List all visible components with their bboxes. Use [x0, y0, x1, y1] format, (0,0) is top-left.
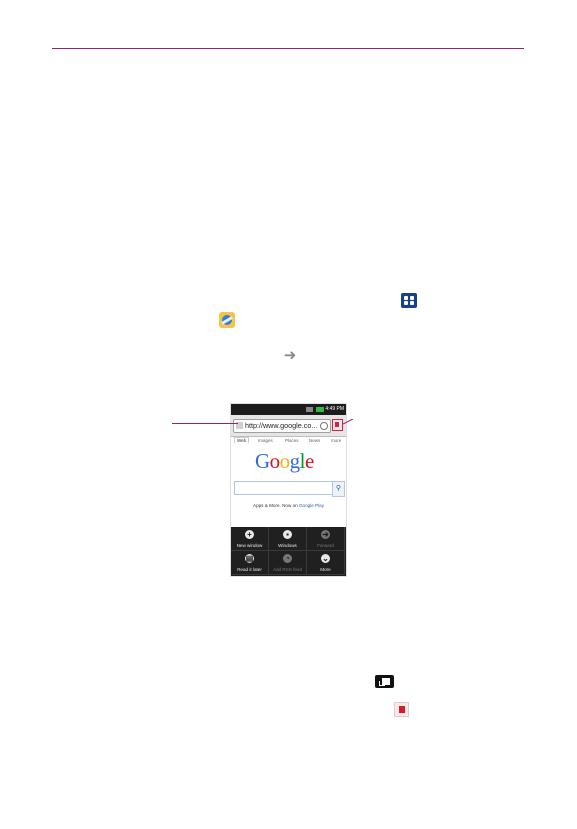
status-bar: 4:49 PM [231, 404, 346, 415]
page-icon: ▤ [245, 554, 254, 563]
tab-images[interactable]: Images [258, 438, 273, 443]
url-text: http://www.google.co... [245, 421, 318, 430]
bookmark-icon [394, 702, 409, 717]
logo-letter: e [305, 449, 314, 473]
tab-places[interactable]: Places [285, 438, 299, 443]
plus-icon: + [245, 530, 254, 539]
url-bar: http://www.google.co... [231, 415, 346, 437]
menu-item-new-window[interactable]: + New window [231, 527, 269, 551]
chevron-down-icon: ⌄ [321, 554, 330, 563]
menu-item-add-rss-feed[interactable]: ◔ Add RSS feed [269, 551, 307, 575]
menu-item-label: Read it later [237, 567, 262, 572]
phone-screenshot: 4:49 PM http://www.google.co... Web Imag… [231, 404, 346, 576]
google-logo: Google [255, 450, 325, 472]
search-icon: ⚲ [335, 485, 342, 492]
arrow-right-icon: ➜ [321, 530, 330, 539]
apps-icon [401, 293, 417, 308]
logo-letter: G [255, 449, 270, 473]
promo-label: Apps & More. Now on [253, 503, 298, 508]
tab-more[interactable]: more [331, 438, 341, 443]
menu-item-label: Windows [278, 543, 297, 548]
options-menu: + New window ▪ Windows ➜ Forward ▤ Read it late… [231, 527, 346, 576]
search-input[interactable] [234, 481, 334, 495]
promo-link[interactable]: Google Play [299, 503, 324, 508]
menu-item-label: More [320, 567, 331, 572]
callout-line-bookmark [343, 419, 353, 425]
callout-line-url [172, 423, 238, 424]
search-button[interactable]: ⚲ [332, 481, 345, 497]
menu-item-label: Forward [317, 543, 334, 548]
browser-icon [219, 312, 235, 328]
menu-item-more[interactable]: ⌄ More [307, 551, 345, 575]
menu-item-read-it-later[interactable]: ▤ Read it later [231, 551, 269, 575]
tab-web[interactable]: Web [234, 437, 250, 443]
search-tabs: Web Images Places News more [231, 436, 346, 446]
logo-letter: o [269, 449, 281, 473]
bookmark-button[interactable] [332, 419, 343, 431]
battery-icon [316, 407, 324, 412]
menu-item-label: Add RSS feed [272, 567, 303, 572]
arrow-right-icon: ➜ [283, 347, 297, 364]
logo-letter: o [279, 449, 291, 473]
menu-item-forward[interactable]: ➜ Forward [307, 527, 345, 551]
url-field[interactable]: http://www.google.co... [233, 419, 331, 433]
windows-icon: ▪ [283, 530, 292, 539]
logo-letter: g [289, 449, 301, 473]
status-time: 4:49 PM [325, 406, 344, 412]
menu-item-windows[interactable]: ▪ Windows [269, 527, 307, 551]
promo-text: Apps & More. Now on Google Play [231, 503, 346, 508]
menu-item-label: New window [236, 543, 263, 548]
rss-icon: ◔ [283, 554, 292, 563]
signal-icon [306, 407, 313, 412]
header-divider [52, 48, 524, 49]
reload-icon[interactable] [320, 422, 328, 430]
windows-icon [375, 675, 394, 688]
tab-news[interactable]: News [309, 438, 320, 443]
